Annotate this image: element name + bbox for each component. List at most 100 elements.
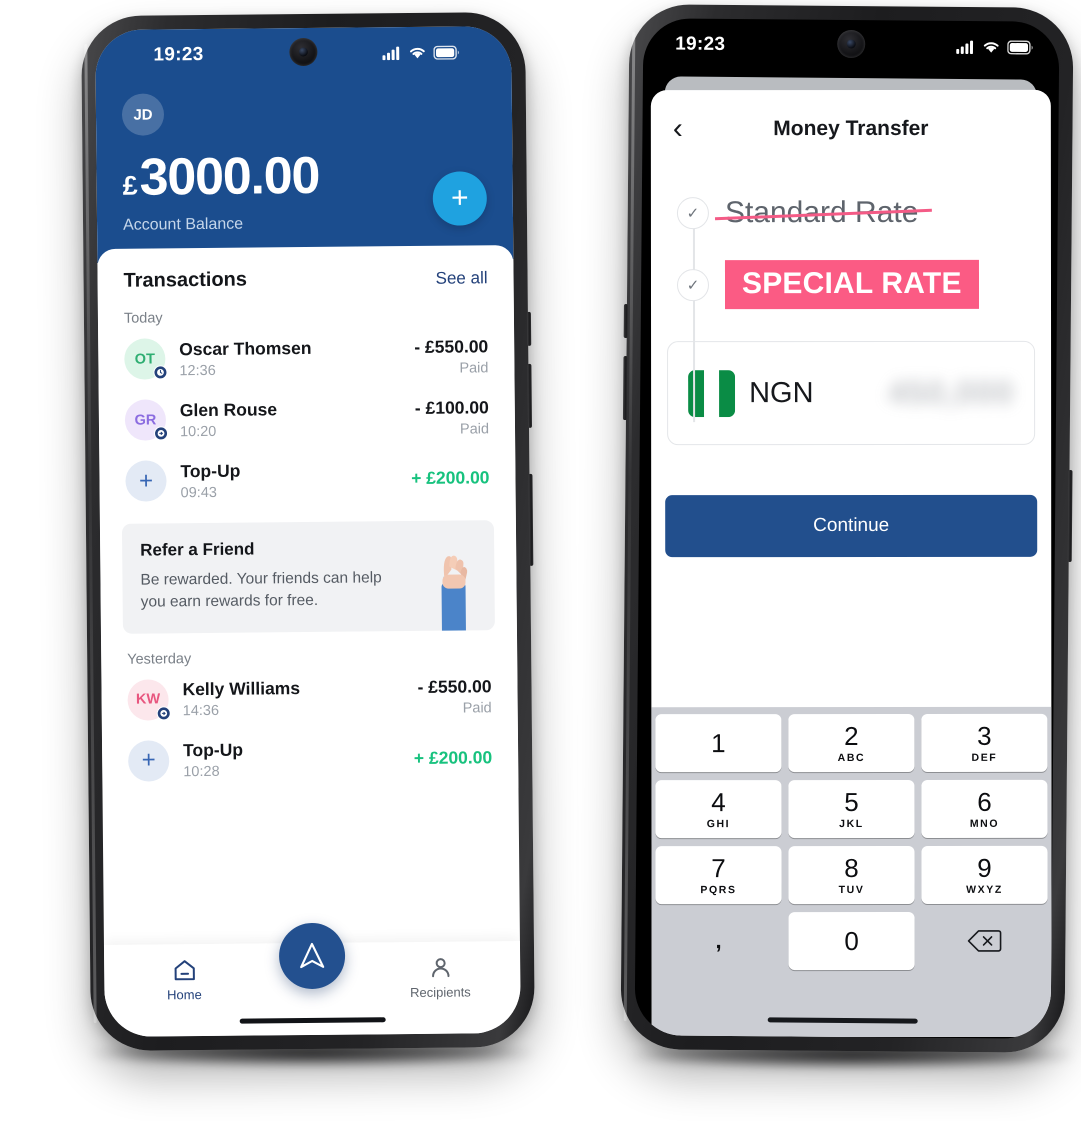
refer-body: Be rewarded. Your friends can help you e…: [140, 569, 382, 612]
timeline-connector: [692, 212, 696, 423]
keypad-row: 1 2 ABC 3 DEF: [655, 713, 1048, 773]
status-bar-right: 19:23: [643, 18, 1059, 74]
nigeria-flag-icon: [688, 369, 736, 417]
rate-options: ✓ Standard Rate ✓ SPECIAL RATE: [651, 150, 1051, 423]
phone-left-screen: 19:23 JD £ 3000.00 Account Balance + Tra…: [95, 26, 521, 1037]
continue-button[interactable]: Continue: [665, 494, 1038, 558]
key-3[interactable]: 3 DEF: [921, 713, 1048, 772]
key-1[interactable]: 1: [655, 714, 782, 773]
day-group-label: Yesterday: [127, 651, 192, 668]
special-rate-label: SPECIAL RATE: [724, 259, 979, 310]
transaction-time: 10:20: [179, 423, 217, 440]
see-all-link[interactable]: See all: [435, 268, 487, 288]
transaction-amount-block: - £550.00 Paid: [417, 677, 491, 718]
page-title: Money Transfer: [773, 116, 929, 141]
transaction-amount: + £200.00: [413, 747, 493, 768]
front-camera-notch: [289, 37, 318, 67]
numeric-keypad: 1 2 ABC 3 DEF 4 GHI 5 JKL 6 MNO 7 PQRS 8…: [651, 706, 1052, 1038]
key-digit: 9: [977, 852, 992, 883]
key-digit: 1: [711, 728, 726, 759]
transaction-amount: - £550.00: [417, 676, 492, 698]
transaction-amount: + £200.00: [411, 467, 490, 489]
phone-right-screen: 19:23 ‹ Money Transfer ✓ Standard Rate ✓…: [634, 18, 1060, 1039]
wifi-icon: [983, 42, 999, 53]
table-row[interactable]: OT Oscar Thomsen 12:36 - £550.00 Paid: [98, 325, 515, 390]
send-arrow-icon: [300, 942, 325, 969]
backspace-icon: [967, 930, 1002, 952]
transaction-info: Top-Up 09:43: [180, 459, 397, 501]
battery-icon: [433, 45, 459, 60]
key-9[interactable]: 9 WXYZ: [921, 845, 1048, 904]
avatar[interactable]: JD: [121, 93, 165, 136]
volume-up-button-right[interactable]: [623, 304, 628, 339]
status-badge: Paid: [459, 420, 490, 438]
avatar: OT: [124, 338, 168, 380]
key-letters: TUV: [838, 883, 865, 896]
balance-value: 3000.00: [139, 146, 320, 207]
key-4[interactable]: 4 GHI: [655, 780, 782, 839]
keypad-row: 7 PQRS 8 TUV 9 WXYZ: [655, 845, 1048, 905]
status-badge: Paid: [459, 359, 489, 377]
transaction-name: Top-Up: [180, 460, 241, 481]
keypad-row: , 0: [656, 911, 1048, 971]
currency-amount-field[interactable]: NGN 450,000: [667, 340, 1036, 446]
power-button[interactable]: [528, 473, 534, 566]
key-7[interactable]: 7 PQRS: [655, 846, 782, 905]
key-letters: ABC: [837, 751, 866, 764]
key-5[interactable]: 5 JKL: [788, 779, 915, 839]
key-backspace[interactable]: [922, 912, 1048, 970]
nav-label-home: Home: [167, 987, 202, 1003]
transaction-amount-block: + £200.00: [414, 747, 493, 769]
key-digit: 8: [844, 852, 859, 883]
status-bar-left: 19:23: [121, 26, 485, 81]
status-badge: Paid: [462, 700, 492, 717]
transaction-name: Top-Up: [183, 740, 244, 761]
amount-input-value[interactable]: 450,000: [888, 374, 1014, 412]
nav-label-recipients: Recipients: [409, 984, 471, 1001]
transaction-info: Glen Rouse 10:20: [180, 398, 401, 440]
key-8[interactable]: 8 TUV: [788, 845, 915, 905]
key-letters: PQRS: [700, 883, 737, 896]
avatar: +: [127, 740, 170, 782]
transaction-amount: - £550.00: [414, 335, 489, 357]
add-money-button[interactable]: +: [432, 171, 488, 226]
key-letters: GHI: [706, 817, 731, 830]
table-row[interactable]: + Top-Up 10:28 + £200.00: [102, 727, 519, 792]
table-row[interactable]: KW Kelly Williams 14:36 - £550.00 Paid: [101, 666, 518, 731]
volume-up-button[interactable]: [526, 311, 532, 346]
sheet-header: ‹ Money Transfer: [651, 90, 1051, 150]
rate-option-special[interactable]: ✓ SPECIAL RATE: [651, 259, 1051, 310]
table-row[interactable]: + Top-Up 09:43 + £200.00: [99, 447, 516, 512]
status-icons: [382, 45, 459, 61]
volume-down-button-right[interactable]: [622, 356, 628, 421]
refer-a-friend-card[interactable]: Refer a Friend Be rewarded. Your friends…: [121, 520, 495, 634]
nav-item-recipients[interactable]: Recipients: [404, 955, 476, 1000]
key-digit: 3: [977, 720, 992, 751]
transaction-info: Oscar Thomsen 12:36: [179, 337, 400, 378]
key-6[interactable]: 6 MNO: [921, 779, 1048, 838]
send-money-button[interactable]: [278, 922, 346, 990]
avatar-initials: JD: [133, 105, 153, 124]
key-digit: 7: [711, 852, 726, 883]
key-digit: 5: [844, 786, 859, 817]
balance-row: £ 3000.00 Account Balance +: [122, 146, 488, 234]
transaction-amount-block: + £200.00: [411, 467, 490, 489]
key-letters: JKL: [839, 817, 864, 830]
phone-right-device: 19:23 ‹ Money Transfer ✓ Standard Rate ✓…: [620, 4, 1074, 1053]
keypad-row: 4 GHI 5 JKL 6 MNO: [655, 779, 1048, 839]
nav-item-home[interactable]: Home: [148, 958, 220, 1003]
comma-glyph: ,: [715, 928, 722, 954]
chevron-left-icon[interactable]: ‹: [673, 112, 699, 145]
power-button-right[interactable]: [1067, 469, 1073, 562]
screenshot-stage: 19:23 JD £ 3000.00 Account Balance + Tra…: [0, 0, 1081, 1121]
table-row[interactable]: GR Glen Rouse 10:20 - £100.00 Paid: [99, 386, 516, 451]
rate-option-standard[interactable]: ✓ Standard Rate: [651, 196, 1051, 230]
transaction-time: 09:43: [180, 484, 217, 501]
plus-icon: +: [125, 460, 167, 502]
key-comma[interactable]: ,: [656, 912, 782, 970]
volume-down-button[interactable]: [527, 363, 533, 428]
wifi-icon: [409, 47, 425, 59]
key-letters: MNO: [969, 817, 1000, 830]
key-0[interactable]: 0: [788, 911, 915, 971]
key-2[interactable]: 2 ABC: [788, 713, 915, 773]
